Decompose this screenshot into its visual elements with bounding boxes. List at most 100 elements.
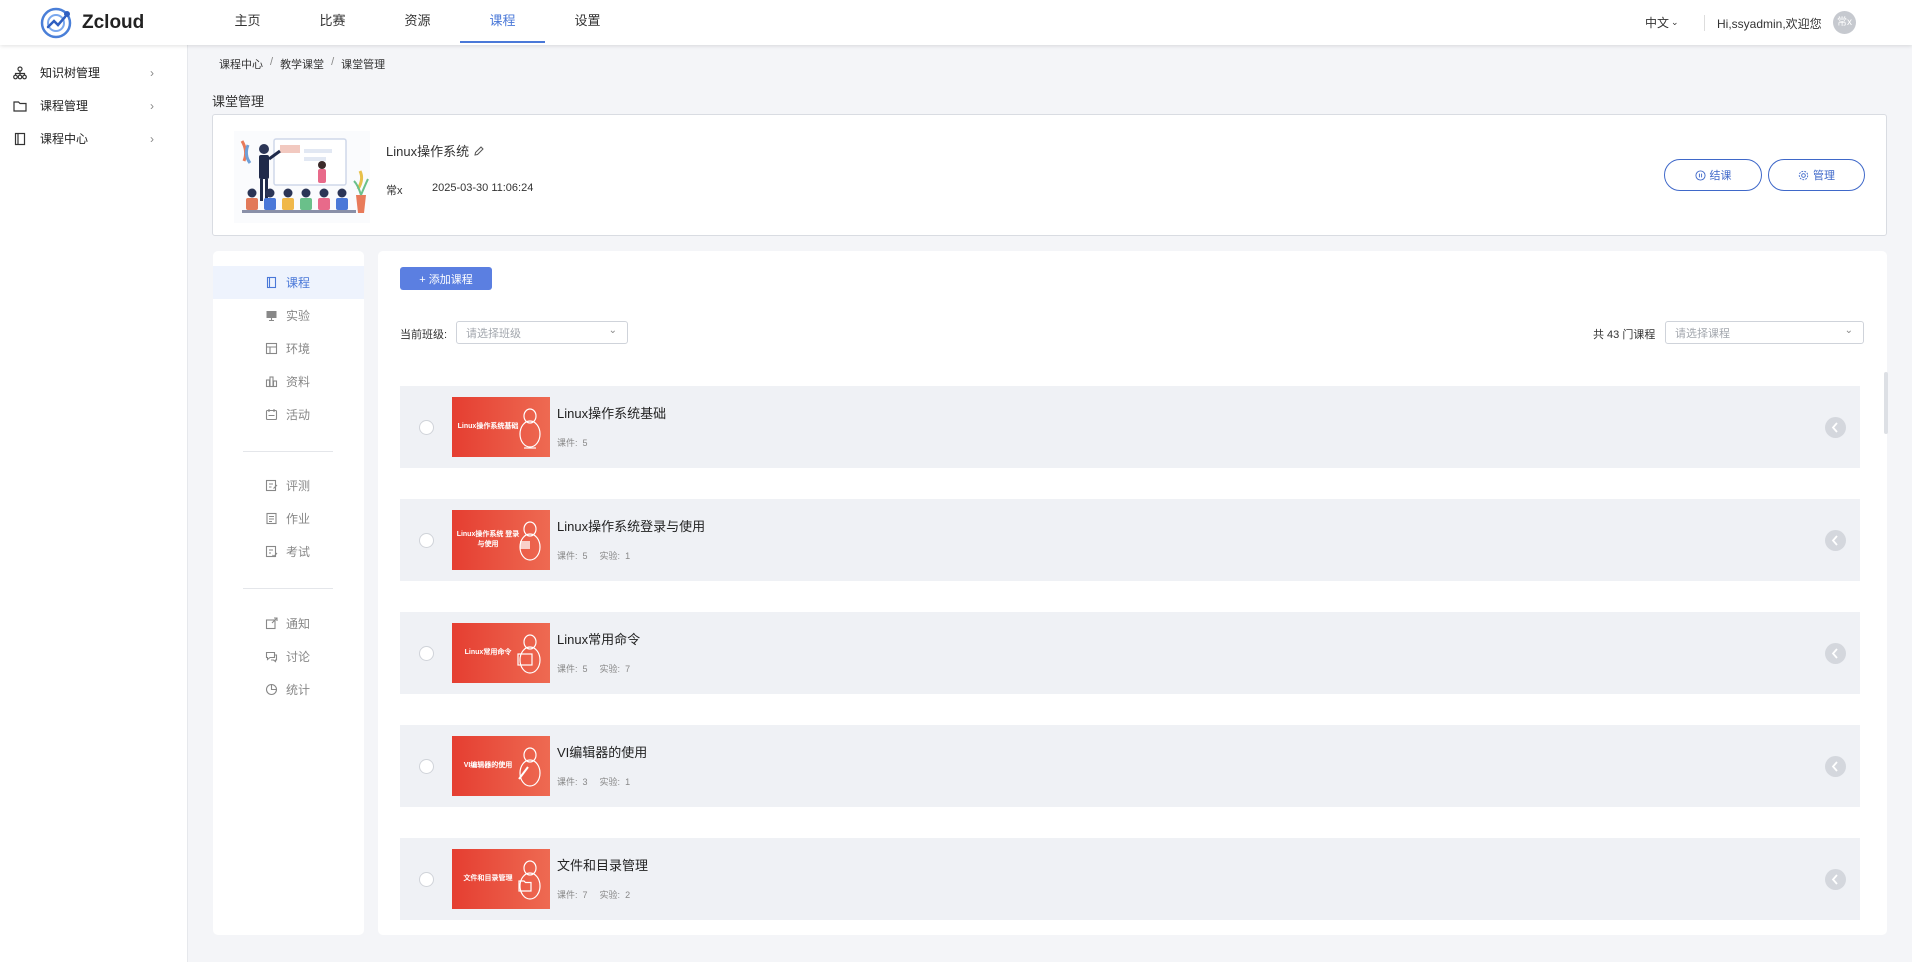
list-item[interactable]: Linux常用命令 Linux常用命令 课件: 5 实验: 7 — [400, 612, 1860, 694]
nav-competition[interactable]: 比赛 — [290, 0, 375, 45]
nav-courses[interactable]: 课程 — [460, 0, 545, 43]
list-item[interactable]: Linux操作系统基础 Linux操作系统基础 课件: 5 — [400, 386, 1860, 468]
chevron-right-icon: › — [150, 131, 154, 146]
menu-item-statistics[interactable]: 统计 — [213, 673, 364, 706]
course-meta: 课件: 3 实验: 1 — [557, 775, 642, 788]
class-select-placeholder: 请选择班级 — [466, 327, 521, 340]
menu-item-label: 统计 — [286, 683, 311, 697]
course-select[interactable]: 请选择课程 ⌄ — [1665, 321, 1864, 344]
zcloud-logo-icon — [40, 7, 72, 39]
course-thumbnail: VI编辑器的使用 — [452, 736, 550, 796]
nav-settings[interactable]: 设置 — [545, 0, 630, 45]
scrollbar[interactable] — [1884, 372, 1888, 434]
list-item[interactable]: Linux操作系统 登录与使用 Linux操作系统登录与使用 课件: 5 实验:… — [400, 499, 1860, 581]
expand-button[interactable] — [1825, 756, 1846, 777]
folder-icon — [13, 100, 27, 112]
course-panel: + 添加课程 当前班级: 请选择班级 ⌄ 共 43 门课程 请选择课程 ⌄ Li… — [378, 251, 1887, 935]
chevron-right-icon: › — [150, 98, 154, 113]
chevron-right-icon: › — [150, 65, 154, 80]
classroom-illustration — [234, 131, 370, 223]
menu-item-materials[interactable]: 资料 — [213, 365, 364, 398]
statistics-icon — [265, 683, 278, 696]
breadcrumb-teaching-class[interactable]: 教学课堂 — [280, 56, 324, 72]
expand-button[interactable] — [1825, 530, 1846, 551]
edit-icon[interactable] — [473, 145, 485, 157]
thumbnail-title: VI编辑器的使用 — [463, 762, 513, 769]
gear-icon — [1798, 170, 1809, 180]
menu-item-homework[interactable]: 作业 — [213, 502, 364, 535]
list-item[interactable]: 文件和目录管理 文件和目录管理 课件: 7 实验: 2 — [400, 838, 1860, 920]
tux-penguin-icon — [519, 521, 541, 561]
menu-item-label: 实验 — [286, 309, 311, 323]
menu-item-notice[interactable]: 通知 — [213, 607, 364, 640]
breadcrumb-separator: / — [270, 56, 274, 68]
meta-value: 3 — [582, 777, 588, 787]
course-radio[interactable] — [419, 759, 434, 774]
activity-icon — [265, 409, 278, 421]
course-radio[interactable] — [419, 533, 434, 548]
meta-key: 实验: — [599, 551, 621, 561]
menu-item-course[interactable]: 课程 — [213, 266, 364, 299]
header-divider — [1704, 15, 1705, 31]
meta-value: 1 — [625, 551, 631, 561]
top-navbar: Zcloud 主页 比赛 资源 课程 设置 中文 ⌄ Hi,ssyadmin,欢… — [0, 0, 1912, 45]
sidebar-item-course-center[interactable]: 课程中心 › — [0, 122, 188, 155]
list-item[interactable]: VI编辑器的使用 VI编辑器的使用 课件: 3 实验: 1 — [400, 725, 1860, 807]
chevron-down-icon: ⌄ — [1844, 325, 1853, 336]
meta-key: 课件: — [557, 890, 578, 900]
meta-value: 5 — [582, 438, 588, 448]
expand-button[interactable] — [1825, 643, 1846, 664]
menu-item-assessment[interactable]: 评测 — [213, 469, 364, 502]
logo[interactable]: Zcloud — [38, 5, 144, 41]
thumbnail-title: Linux操作系统基础 — [457, 423, 519, 430]
course-thumbnail: Linux常用命令 — [452, 623, 550, 683]
chevron-left-icon — [1831, 422, 1838, 433]
menu-item-label: 课程 — [286, 276, 311, 290]
class-select[interactable]: 请选择班级 ⌄ — [456, 321, 628, 344]
tree-icon — [13, 65, 27, 79]
language-selector[interactable]: 中文 ⌄ — [1645, 14, 1679, 31]
menu-item-exam[interactable]: 考试 — [213, 535, 364, 568]
meta-key: 实验: — [599, 777, 621, 787]
meta-value: 2 — [625, 890, 631, 900]
course-title: Linux操作系统基础 — [557, 406, 667, 421]
discussion-icon — [265, 651, 278, 663]
course-radio[interactable] — [419, 420, 434, 435]
breadcrumb-course-center[interactable]: 课程中心 — [219, 56, 263, 72]
tux-penguin-icon — [517, 634, 541, 674]
main-nav: 主页 比赛 资源 课程 设置 — [205, 0, 630, 45]
chevron-left-icon — [1831, 648, 1838, 659]
nav-home[interactable]: 主页 — [205, 0, 290, 45]
thumbnail-title: 文件和目录管理 — [463, 875, 513, 882]
add-course-button[interactable]: + 添加课程 — [400, 267, 492, 290]
course-title: 文件和目录管理 — [557, 858, 649, 873]
course-radio[interactable] — [419, 646, 434, 661]
menu-item-activity[interactable]: 活动 — [213, 398, 364, 431]
end-class-button[interactable]: 结课 — [1664, 159, 1762, 191]
meta-key: 课件: — [557, 551, 578, 561]
menu-item-experiment[interactable]: 实验 — [213, 299, 364, 332]
book-icon — [14, 132, 26, 145]
breadcrumb-separator: / — [331, 56, 335, 68]
exam-icon — [265, 545, 278, 558]
nav-resources[interactable]: 资源 — [375, 0, 460, 45]
avatar[interactable]: 常x — [1833, 11, 1856, 34]
course-select-placeholder: 请选择课程 — [1675, 327, 1730, 340]
meta-key: 课件: — [557, 438, 578, 448]
course-title: VI编辑器的使用 — [557, 745, 648, 760]
class-name: Linux操作系统 — [386, 141, 485, 160]
sidebar-item-label: 课程管理 — [40, 99, 89, 113]
menu-item-environment[interactable]: 环境 — [213, 332, 364, 365]
sidebar-item-knowledge-tree[interactable]: 知识树管理 › — [0, 56, 188, 89]
menu-item-discussion[interactable]: 讨论 — [213, 640, 364, 673]
class-info-card: Linux操作系统 常x 2025-03-30 11:06:24 结课 管理 — [212, 114, 1887, 236]
app-name: Zcloud — [82, 12, 145, 33]
meta-key: 课件: — [557, 777, 578, 787]
tux-penguin-icon — [519, 408, 541, 449]
course-radio[interactable] — [419, 872, 434, 887]
sidebar-item-course-management[interactable]: 课程管理 › — [0, 89, 188, 122]
expand-button[interactable] — [1825, 417, 1846, 438]
expand-button[interactable] — [1825, 869, 1846, 890]
tux-penguin-icon — [518, 747, 541, 787]
manage-button[interactable]: 管理 — [1768, 159, 1865, 191]
